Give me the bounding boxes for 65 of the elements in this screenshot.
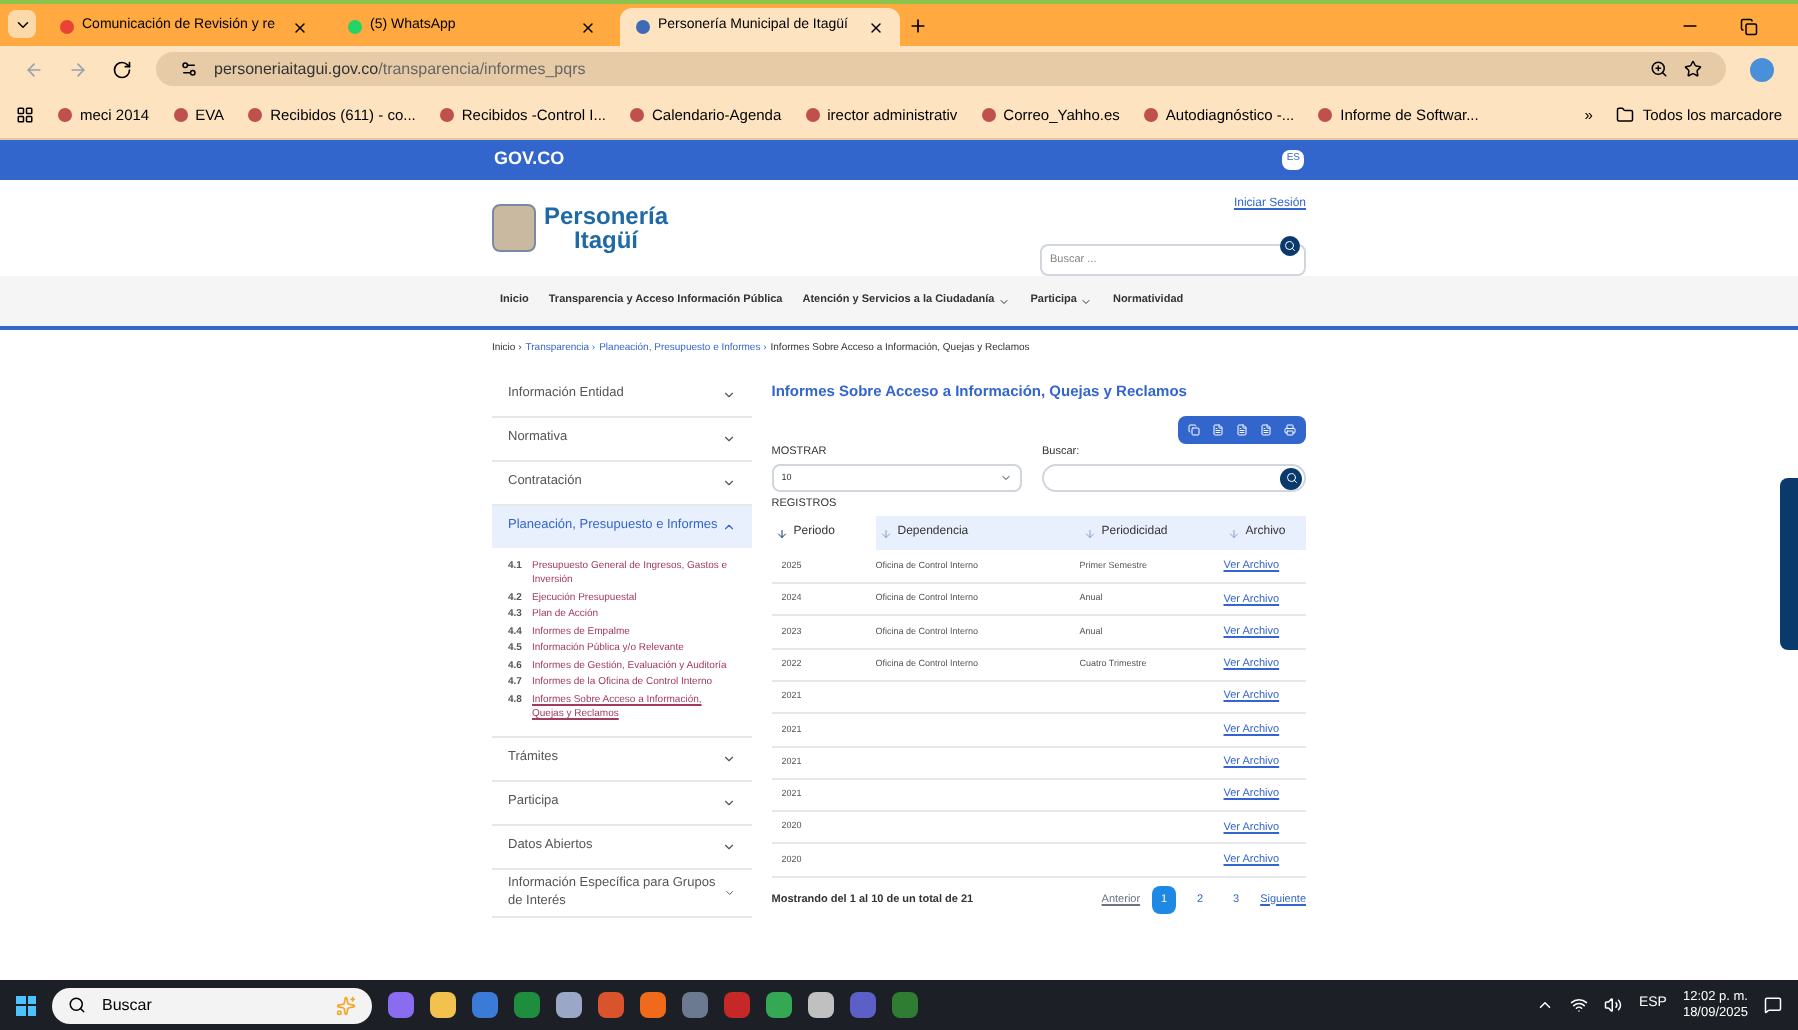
favicon-icon [636,20,650,34]
new-tab-icon[interactable] [908,16,928,36]
favicon-icon [173,108,188,122]
taskbar-app-icon[interactable] [640,992,666,1018]
close-icon[interactable] [292,19,308,35]
favicon-icon [805,108,820,122]
favicon-icon [1143,108,1158,122]
address-bar[interactable]: personeriaitagui.gov.co/transparencia/informes_pqrs [156,52,1726,86]
search-icon[interactable] [1280,235,1300,255]
folder-icon [1616,106,1635,124]
copy-icon[interactable] [1188,423,1200,436]
sort-icon [1227,527,1240,540]
taskbar-app-icon[interactable] [388,992,414,1018]
chevron-down-icon [724,885,736,900]
close-icon[interactable] [580,19,596,35]
apps-icon[interactable] [16,106,34,124]
favicon-icon [60,20,74,34]
favicon-icon [981,108,996,122]
sparkle-icon [336,995,356,1015]
search-icon [68,996,86,1014]
favicon-icon [348,20,362,34]
star-icon[interactable] [1684,60,1702,78]
chevron-up-icon[interactable] [1536,996,1555,1014]
tab-list-button[interactable] [8,10,36,38]
search-icon[interactable] [1280,467,1302,489]
zoom-icon[interactable] [1650,60,1668,78]
start-button[interactable] [16,995,36,1015]
chevron-up-icon [721,519,736,533]
taskbar-app-icon[interactable] [766,992,792,1018]
sort-icon [775,527,788,540]
taskbar-app-icon[interactable] [808,992,834,1018]
favicon-icon [439,108,454,122]
favicon-icon [1318,108,1333,122]
table-search-field[interactable] [1042,464,1306,492]
favicon-icon [248,108,263,122]
print-icon[interactable] [1284,423,1296,436]
sort-icon [879,527,892,540]
chevron-down-icon [721,387,736,401]
chevron-down-icon [721,795,736,809]
chevron-down-icon [721,431,736,445]
taskbar-search-field[interactable]: Buscar [52,987,372,1023]
taskbar-app-icon[interactable] [556,992,582,1018]
profile-avatar[interactable] [1750,57,1774,81]
document-icon[interactable] [1260,423,1272,436]
reload-icon[interactable] [112,59,132,79]
taskbar-app-icon[interactable] [430,992,456,1018]
document-icon[interactable] [1236,423,1248,436]
favicon-icon [58,108,72,122]
volume-icon[interactable] [1604,996,1623,1014]
chevron-down-icon [999,472,1012,484]
chevron-down-icon [721,839,736,853]
wifi-icon[interactable] [1570,996,1589,1014]
close-icon[interactable] [868,19,884,35]
url-text: personeriaitagui.gov.co/transparencia/informes_pqrs [214,57,586,81]
restore-icon[interactable] [1740,18,1758,36]
document-icon[interactable] [1212,423,1224,436]
favicon-icon [630,108,644,122]
site-settings-icon[interactable] [180,60,198,78]
notifications-icon[interactable] [1764,996,1782,1014]
site-logo[interactable]: Personería Itagüí [544,204,669,252]
gov-logo[interactable]: GOV.CO [494,146,565,174]
chevron-down-icon [721,751,736,765]
taskbar-app-icon[interactable] [598,992,624,1018]
chevron-down-icon [721,475,736,489]
sort-icon [1083,527,1096,540]
